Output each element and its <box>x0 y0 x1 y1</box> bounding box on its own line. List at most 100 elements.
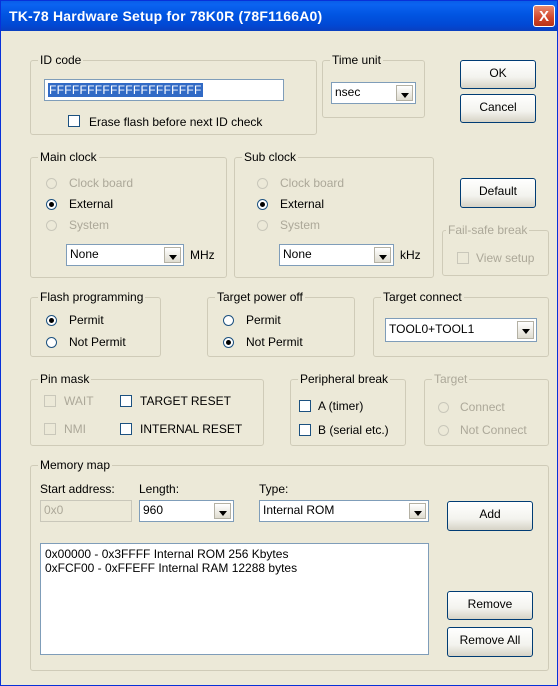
target-option-label: Not Connect <box>460 423 527 437</box>
main-clock-frequency-value: None <box>70 247 99 261</box>
start-address-value: 0x0 <box>44 503 64 517</box>
main-clock-radio-external[interactable] <box>46 199 57 210</box>
ok-label: OK <box>489 66 507 80</box>
flash-programming-group: Flash programming Permit Not Permit <box>30 290 161 357</box>
remove-label: Remove <box>467 597 513 611</box>
hardware-setup-dialog: TK-78 Hardware Setup for 78K0R (78F1166A… <box>0 0 558 686</box>
target-option-label: Connect <box>460 400 505 414</box>
sub-clock-group: Sub clock Clock board External System No… <box>234 150 434 278</box>
target-connect-value: TOOL0+TOOL1 <box>389 322 475 336</box>
target-reset-checkbox[interactable] <box>120 395 132 407</box>
wait-checkbox <box>44 395 56 407</box>
id-code-input[interactable]: FFFFFFFFFFFFFFFFFFFF <box>44 79 284 101</box>
id-code-legend: ID code <box>38 53 84 67</box>
time-unit-value: nsec <box>335 85 361 99</box>
length-select[interactable]: 960 <box>139 500 234 522</box>
chevron-down-icon[interactable] <box>517 321 534 339</box>
serial-break-label: B (serial etc.) <box>318 423 389 437</box>
remove-button[interactable]: Remove <box>447 591 533 620</box>
chevron-down-icon[interactable] <box>396 85 413 101</box>
flash-option-label: Not Permit <box>69 335 126 349</box>
main-clock-option-label: External <box>69 197 114 211</box>
flash-not-permit-radio[interactable] <box>46 337 57 348</box>
type-label: Type: <box>259 482 289 496</box>
peripheral-break-group: Peripheral break A (timer) B (serial etc… <box>290 372 406 446</box>
target-connect-legend: Target connect <box>381 290 464 304</box>
main-clock-unit: MHz <box>190 248 215 262</box>
main-clock-frequency-select[interactable]: None <box>66 244 184 266</box>
main-clock-radio-clock-board <box>46 178 57 189</box>
start-address-input: 0x0 <box>40 500 132 522</box>
pin-mask-group: Pin mask WAIT TARGET RESET NMI INTERNAL … <box>30 372 264 446</box>
sub-clock-legend: Sub clock <box>242 150 299 164</box>
target-connect-group: Target connect TOOL0+TOOL1 <box>373 290 549 357</box>
target-legend: Target <box>432 372 470 386</box>
type-value: Internal ROM <box>263 503 335 517</box>
add-label: Add <box>479 507 501 521</box>
internal-reset-label: INTERNAL RESET <box>140 422 243 436</box>
chevron-down-icon[interactable] <box>214 503 231 519</box>
sub-clock-radio-clock-board <box>257 178 268 189</box>
power-off-permit-radio[interactable] <box>223 315 234 326</box>
memory-map-group: Memory map Start address: 0x0 Length: 96… <box>30 458 549 671</box>
sub-clock-radio-system <box>257 220 268 231</box>
main-clock-group: Main clock Clock board External System N… <box>30 150 227 278</box>
fail-safe-break-group: Fail-safe break View setup <box>442 223 549 276</box>
chevron-down-icon[interactable] <box>374 247 391 263</box>
view-setup-checkbox <box>457 252 469 264</box>
type-select[interactable]: Internal ROM <box>259 500 429 522</box>
target-connect-radio <box>438 402 449 413</box>
wait-label: WAIT <box>64 394 94 408</box>
remove-all-button[interactable]: Remove All <box>447 627 533 657</box>
erase-flash-label: Erase flash before next ID check <box>89 115 263 129</box>
sub-clock-radio-external[interactable] <box>257 199 268 210</box>
add-button[interactable]: Add <box>447 501 533 531</box>
list-item[interactable]: 0xFCF00 - 0xFFEFF Internal RAM 12288 byt… <box>45 561 297 575</box>
memory-map-list[interactable]: 0x00000 - 0x3FFFF Internal ROM 256 Kbyte… <box>40 543 429 655</box>
time-unit-group: Time unit nsec <box>322 53 425 118</box>
internal-reset-checkbox[interactable] <box>120 423 132 435</box>
target-group: Target Connect Not Connect <box>424 372 549 446</box>
sub-clock-option-label: External <box>280 197 325 211</box>
power-off-option-label: Not Permit <box>246 335 303 349</box>
main-clock-option-label: Clock board <box>69 176 134 190</box>
chevron-down-icon[interactable] <box>164 247 181 263</box>
power-off-not-permit-radio[interactable] <box>223 337 234 348</box>
flash-programming-legend: Flash programming <box>38 290 146 304</box>
main-clock-radio-system <box>46 220 57 231</box>
sub-clock-option-label: Clock board <box>280 176 345 190</box>
close-button[interactable]: X <box>533 5 555 27</box>
view-setup-label: View setup <box>476 251 535 265</box>
start-address-label: Start address: <box>40 482 115 496</box>
chevron-down-icon[interactable] <box>409 503 426 519</box>
remove-all-label: Remove All <box>459 633 521 647</box>
time-unit-legend: Time unit <box>330 53 383 67</box>
cancel-button[interactable]: Cancel <box>460 94 536 123</box>
target-connect-select[interactable]: TOOL0+TOOL1 <box>385 318 537 342</box>
title-bar[interactable]: TK-78 Hardware Setup for 78K0R (78F1166A… <box>1 1 557 31</box>
flash-permit-radio[interactable] <box>46 315 57 326</box>
peripheral-break-legend: Peripheral break <box>298 372 391 386</box>
ok-button[interactable]: OK <box>460 60 536 89</box>
default-button[interactable]: Default <box>460 178 536 208</box>
memory-map-legend: Memory map <box>38 458 113 472</box>
main-clock-legend: Main clock <box>38 150 99 164</box>
list-item[interactable]: 0x00000 - 0x3FFFF Internal ROM 256 Kbyte… <box>45 547 288 561</box>
default-label: Default <box>478 184 518 198</box>
length-label: Length: <box>139 482 180 496</box>
target-power-off-legend: Target power off <box>215 290 305 304</box>
timer-break-checkbox[interactable] <box>299 400 311 412</box>
nmi-checkbox <box>44 423 56 435</box>
erase-flash-checkbox[interactable] <box>68 115 80 127</box>
serial-break-checkbox[interactable] <box>299 424 311 436</box>
sub-clock-frequency-select[interactable]: None <box>279 244 394 266</box>
id-code-group: ID code FFFFFFFFFFFFFFFFFFFF Erase flash… <box>30 53 317 135</box>
timer-break-label: A (timer) <box>318 399 364 413</box>
time-unit-select[interactable]: nsec <box>331 82 416 104</box>
main-clock-option-label: System <box>69 218 110 232</box>
window-title: TK-78 Hardware Setup for 78K0R (78F1166A… <box>9 8 323 24</box>
nmi-label: NMI <box>64 422 86 436</box>
fail-safe-break-legend: Fail-safe break <box>446 223 530 237</box>
target-not-connect-radio <box>438 425 449 436</box>
target-power-off-group: Target power off Permit Not Permit <box>207 290 355 357</box>
